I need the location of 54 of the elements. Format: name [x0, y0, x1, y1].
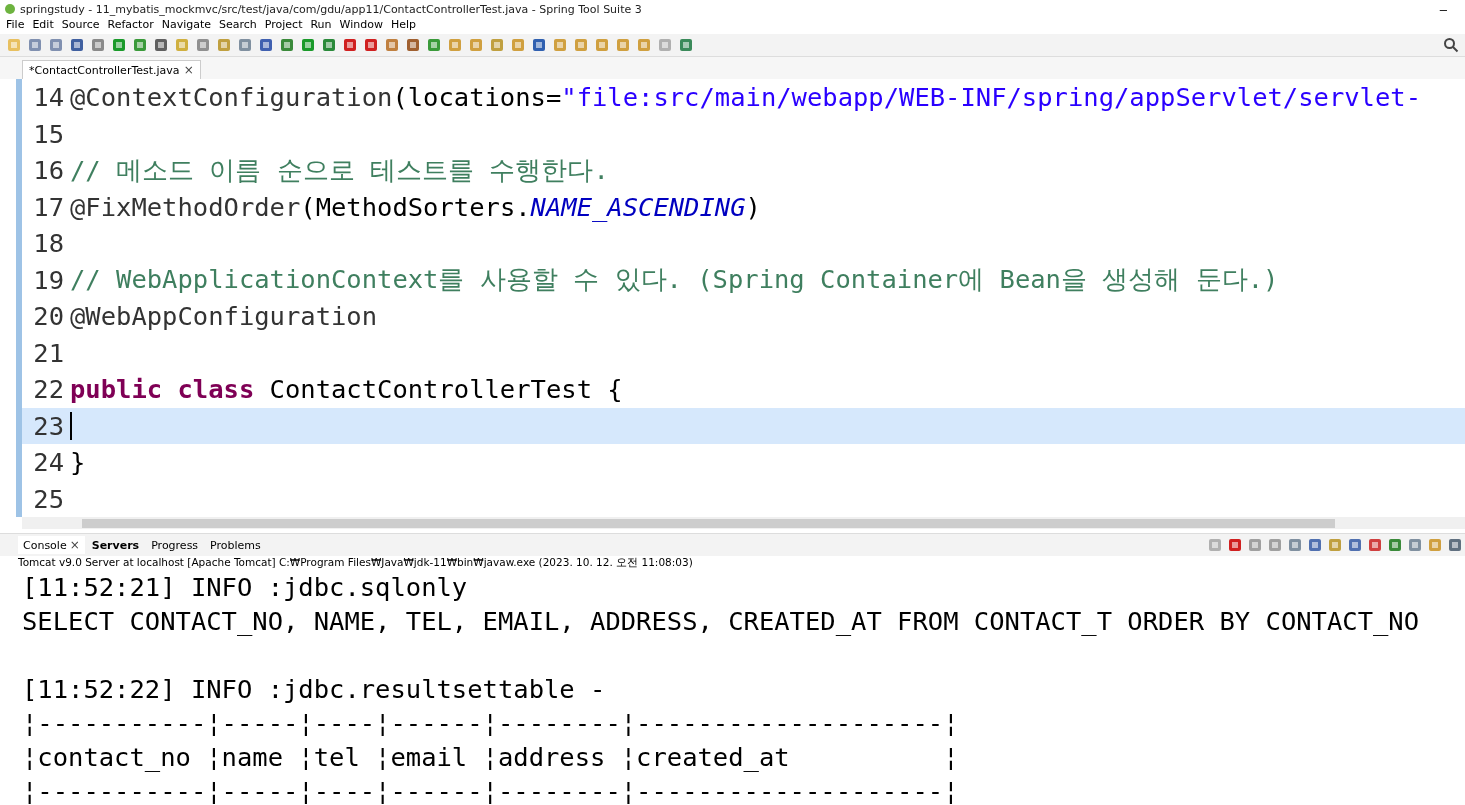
code-token: "file:src/main/webapp/WEB-INF/spring/appServlet/servlet-	[561, 82, 1422, 113]
menu-item[interactable]: Run	[306, 18, 336, 34]
console-description: Tomcat v9.0 Server at localhost [Apache Tomcat] C:₩Program Files₩Java₩jdk-11₩bin₩javaw.exe (2023. 10. 12. 오전 11:08:03)	[17, 556, 694, 570]
search-icon[interactable]	[1443, 37, 1459, 53]
menu-item[interactable]: Refactor	[103, 18, 158, 34]
menu-item[interactable]: File	[2, 18, 29, 34]
menu-item[interactable]: Navigate	[157, 18, 215, 34]
menu-item[interactable]: Help	[386, 18, 420, 34]
console-line: [11:52:22] INFO :jdbc.resultsettable -	[22, 674, 606, 704]
line-number: 14	[32, 82, 65, 113]
code-token: @WebAppConfiguration	[70, 301, 378, 332]
code-token: (locations=	[392, 82, 562, 113]
code-token: @ContextConfiguration	[70, 82, 393, 113]
line-number: 25	[32, 483, 65, 514]
code-token: (MethodSorters.	[300, 191, 531, 222]
console-line: [11:52:21] INFO :jdbc.sqlonly	[22, 572, 468, 602]
console-line: SELECT CONTACT_NO, NAME, TEL, EMAIL, ADDRESS, CREATED_AT FROM CONTACT_T ORDER BY CONTACT_NO	[22, 606, 1420, 636]
editor-tab[interactable]: *ContactControllerTest.java ×	[22, 60, 201, 79]
line-number: 22	[32, 374, 65, 405]
view-tab[interactable]: Servers	[86, 536, 145, 554]
menu-item[interactable]: Search	[215, 18, 261, 34]
console-line: ¦-----------¦-----¦----¦------¦--------¦--------------------¦	[22, 708, 959, 738]
code-token: @FixMethodOrder	[70, 191, 301, 222]
menu-item[interactable]: Edit	[28, 18, 58, 34]
console-line: ¦contact_no ¦name ¦tel ¦email ¦address ¦created_at ¦	[22, 742, 959, 772]
line-number: 15	[32, 118, 65, 149]
view-tab[interactable]: Console ×	[18, 536, 85, 554]
menu-item[interactable]: Window	[335, 18, 387, 34]
window-title: springstudy - 11_mybatis_mockmvc/src/test/java/com/gdu/app11/ContactControllerTest.java - Spring Tool Suite 3	[20, 2, 643, 16]
minimize-button[interactable]: –	[1425, 1, 1461, 17]
view-tab[interactable]: Progress	[146, 536, 204, 554]
code-token: )	[745, 191, 761, 222]
code-token: public class	[70, 374, 255, 405]
code-token: // WebApplicationContext를 사용할 수 있다. (Spring Container에 Bean을 생성해 둔다.)	[70, 263, 1279, 297]
line-number: 18	[32, 228, 65, 259]
line-number: 17	[32, 191, 65, 222]
code-token: NAME_ASCENDING	[530, 191, 746, 222]
scrollbar-thumb[interactable]	[82, 518, 1335, 528]
view-tab[interactable]: Problems	[205, 536, 266, 554]
line-number: 20	[32, 301, 65, 332]
line-number: 21	[32, 337, 65, 368]
line-number: 23	[32, 410, 65, 441]
code-token: }	[70, 447, 86, 478]
close-icon[interactable]: ×	[69, 538, 80, 552]
close-icon[interactable]: ×	[183, 63, 194, 77]
code-token: ContactControllerTest {	[268, 374, 623, 405]
line-number: 16	[32, 155, 65, 186]
console-line: ¦-----------¦-----¦----¦------¦--------¦--------------------¦	[22, 776, 959, 805]
line-number: 24	[32, 447, 65, 478]
line-number: 19	[32, 264, 65, 295]
text-cursor	[70, 411, 72, 440]
menu-item[interactable]: Project	[260, 18, 307, 34]
menu-item[interactable]: Source	[57, 18, 104, 34]
code-token: // 메소드 이름 순으로 테스트를 수행한다.	[70, 153, 609, 187]
